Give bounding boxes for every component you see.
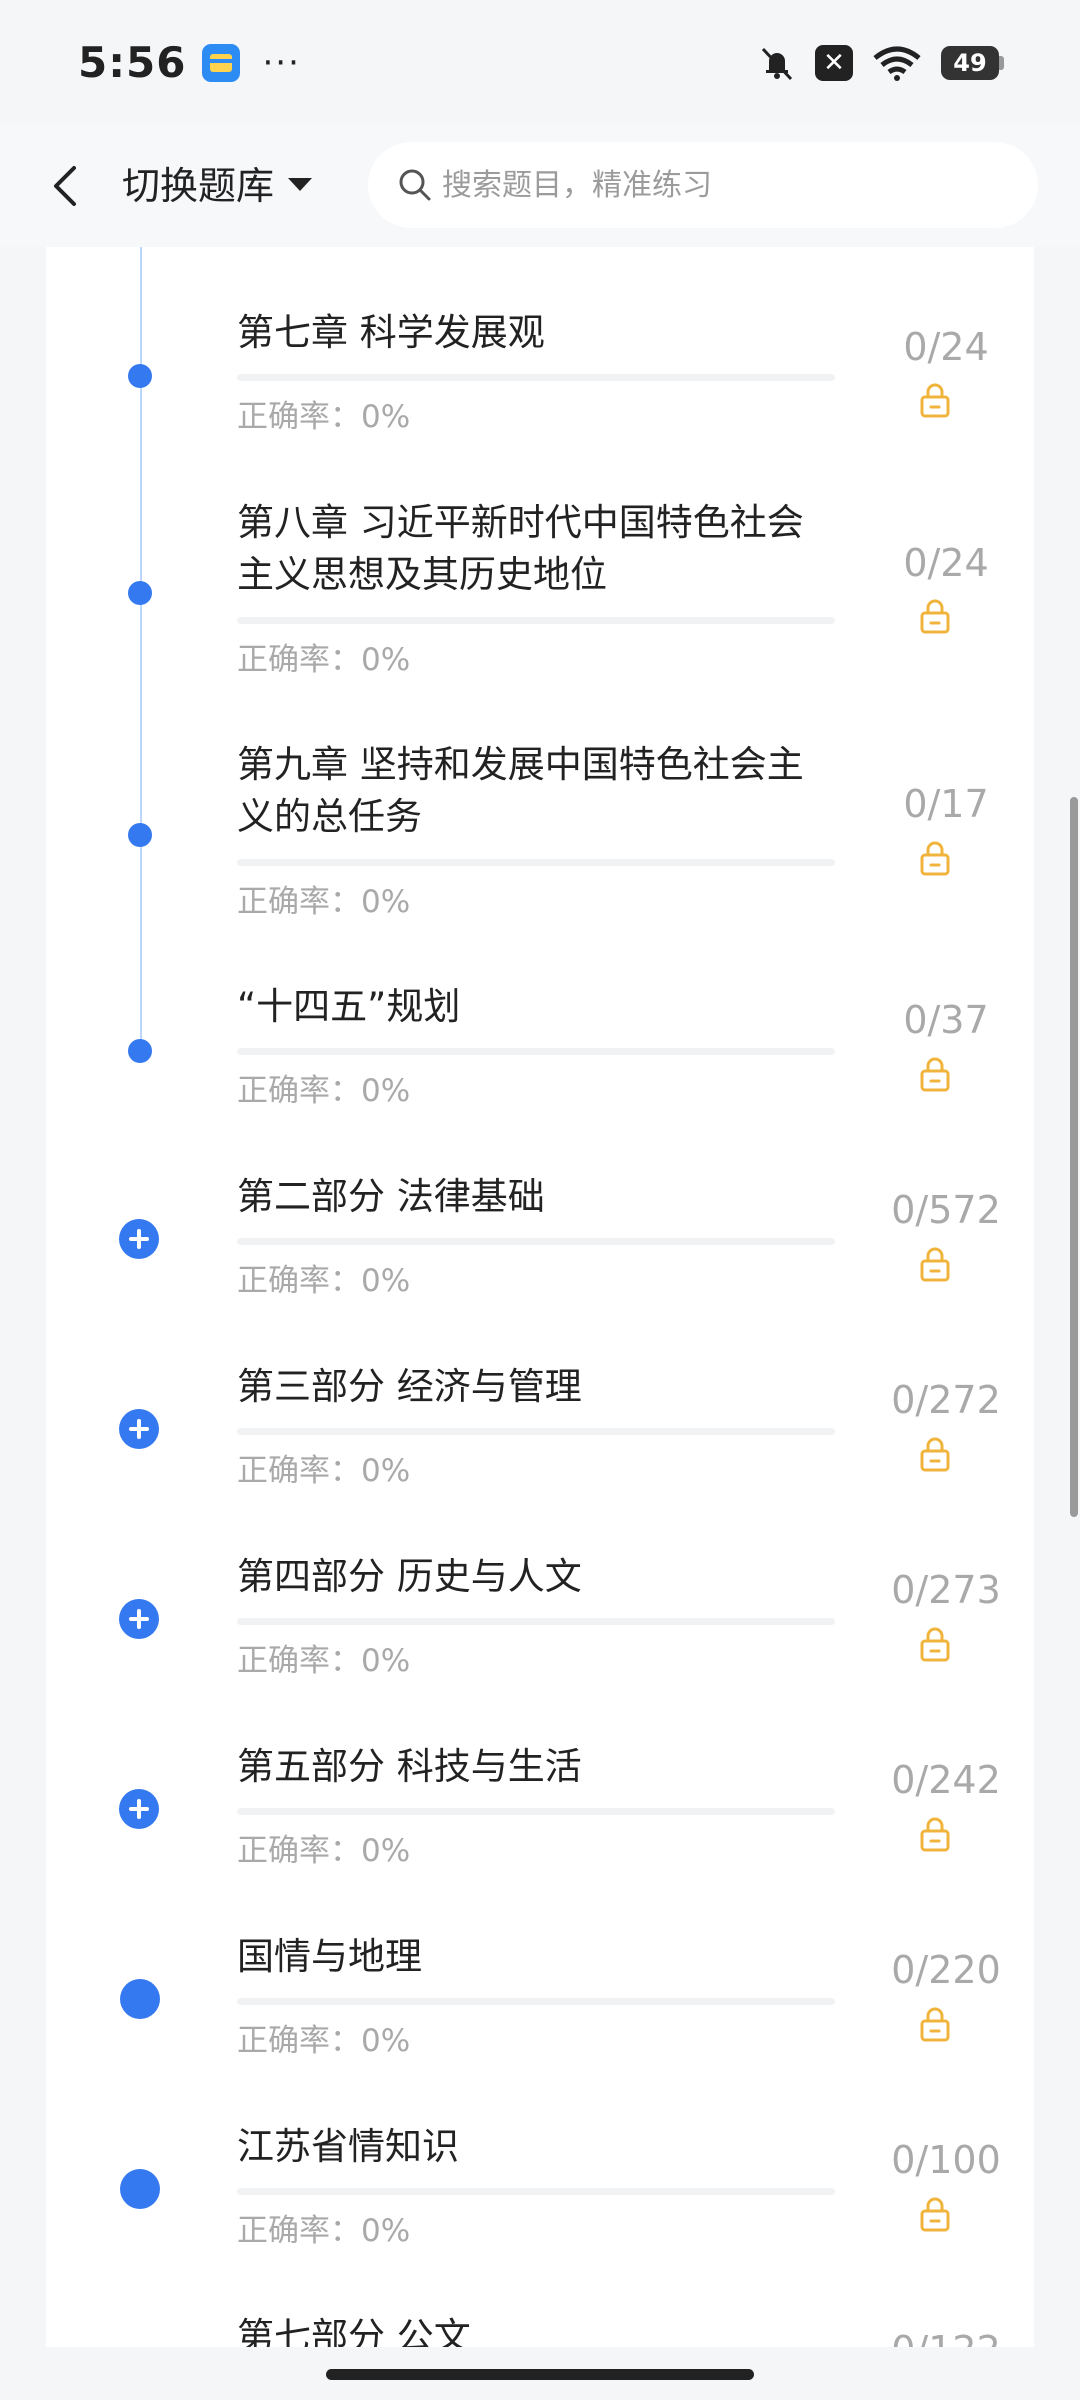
lock-icon[interactable]	[917, 1056, 953, 1092]
chapter-list: 第七章 科学发展观 正确率：0% 0/24 第八章 习近平新时代中国特色社会主义…	[46, 247, 1034, 2347]
status-right: ✕ 49	[757, 43, 1004, 83]
item-title: 第八章 习近平新时代中国特色社会主义思想及其历史地位	[237, 501, 804, 596]
lock-icon[interactable]	[917, 1246, 953, 1282]
accuracy-label: 正确率：0%	[237, 884, 411, 920]
search-input[interactable]	[442, 167, 1002, 203]
timeline-dot	[128, 581, 152, 605]
progress-track	[237, 1428, 835, 1435]
battery-cap	[999, 55, 1004, 70]
status-left: 5:56 ···	[78, 38, 301, 87]
lock-icon[interactable]	[917, 598, 953, 634]
question-count: 0/24	[903, 541, 989, 585]
question-count: 0/273	[891, 1568, 1001, 1612]
accuracy-label: 正确率：0%	[237, 1453, 411, 1489]
progress-track	[237, 1998, 835, 2005]
accuracy-label: 正确率：0%	[237, 1833, 411, 1869]
item-title: 第二部分 法律基础	[237, 1175, 545, 1218]
wifi-icon	[873, 46, 921, 81]
item-title: 第四部分 历史与人文	[237, 1555, 582, 1598]
status-bar: 5:56 ··· ✕ 49	[0, 0, 1080, 125]
accuracy-label: 正确率：0%	[237, 2213, 411, 2249]
question-count: 0/37	[903, 998, 989, 1042]
question-count: 0/122	[866, 2327, 1026, 2347]
progress-track	[237, 617, 835, 624]
wallet-app-icon	[202, 43, 241, 82]
expand-button[interactable]	[119, 1409, 159, 1449]
timeline-dot	[128, 364, 152, 388]
expand-button[interactable]	[119, 1599, 159, 1639]
lock-icon[interactable]	[917, 382, 953, 418]
accuracy-label: 正确率：0%	[237, 2023, 411, 2059]
question-count: 0/220	[891, 1948, 1001, 1992]
lock-icon[interactable]	[917, 2196, 953, 2232]
home-indicator[interactable]	[326, 2369, 754, 2380]
question-count: 0/17	[903, 782, 989, 826]
question-count: 0/100	[891, 2138, 1001, 2182]
question-count: 0/572	[891, 1188, 1001, 1232]
item-title: 第五部分 科技与生活	[237, 1745, 582, 1788]
progress-track	[237, 2188, 835, 2195]
timeline-dot	[128, 823, 152, 847]
expand-button[interactable]	[119, 1789, 159, 1829]
progress-track	[237, 1048, 835, 1055]
progress-track	[237, 374, 835, 381]
item-title: 第七章 科学发展观	[237, 311, 545, 354]
close-box-icon: ✕	[815, 44, 853, 81]
item-title: 国情与地理	[237, 1935, 422, 1978]
progress-track	[237, 1238, 835, 1245]
accuracy-label: 正确率：0%	[237, 399, 411, 435]
timeline-dot	[120, 2169, 160, 2209]
more-notifications-icon: ···	[262, 42, 301, 83]
progress-track	[237, 859, 835, 866]
lock-icon[interactable]	[917, 2006, 953, 2042]
timeline-dot	[128, 1039, 152, 1063]
accuracy-label: 正确率：0%	[237, 1073, 411, 1109]
expand-button[interactable]	[119, 1219, 159, 1259]
lock-icon[interactable]	[917, 1816, 953, 1852]
item-title: “十四五”规划	[237, 985, 461, 1028]
caret-down-icon	[288, 178, 313, 191]
search-box[interactable]	[368, 142, 1038, 228]
accuracy-label: 正确率：0%	[237, 1263, 411, 1299]
search-icon	[399, 169, 431, 201]
timeline-dot	[120, 1979, 160, 2019]
switch-question-bank-label: 切换题库	[122, 164, 275, 208]
question-count: 0/272	[891, 1378, 1001, 1422]
battery-level: 49	[941, 45, 999, 80]
item-title: 第三部分 经济与管理	[237, 1365, 582, 1408]
chevron-left-icon	[54, 166, 76, 206]
top-bar: 切换题库	[0, 125, 1080, 247]
accuracy-label: 正确率：0%	[237, 642, 411, 678]
scrollbar[interactable]	[1070, 797, 1078, 1517]
bell-muted-icon	[761, 47, 793, 80]
battery-icon: 49	[941, 45, 1004, 80]
lock-icon[interactable]	[917, 1436, 953, 1472]
question-count: 0/24	[903, 325, 989, 369]
item-title: 第七部分 公文	[237, 2315, 471, 2347]
clock: 5:56	[78, 38, 187, 87]
lock-icon[interactable]	[917, 1626, 953, 1662]
progress-track	[237, 1808, 835, 1815]
progress-track	[237, 1618, 835, 1625]
question-count: 0/242	[891, 1758, 1001, 1802]
accuracy-label: 正确率：0%	[237, 1643, 411, 1679]
item-title: 江苏省情知识	[237, 2125, 459, 2168]
back-button[interactable]	[40, 161, 90, 211]
switch-question-bank-button[interactable]: 切换题库	[122, 155, 313, 210]
lock-icon[interactable]	[917, 840, 953, 876]
item-title: 第九章 坚持和发展中国特色社会主义的总任务	[237, 743, 804, 838]
